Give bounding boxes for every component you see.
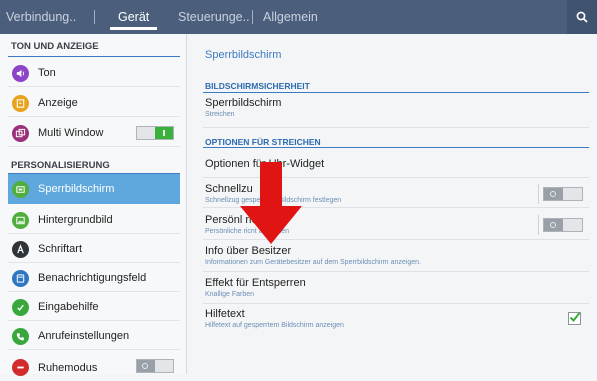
- divider: [538, 215, 539, 235]
- sidebar-item-ton[interactable]: Ton: [8, 60, 180, 87]
- row-effekt-fuer-entsperren[interactable]: Effekt für Entsperren Knallige Farben: [203, 272, 589, 304]
- row-title: Effekt für Entsperren: [205, 277, 306, 289]
- hilfetext-checkbox[interactable]: [568, 312, 581, 325]
- sidebar-item-label: Ton: [38, 67, 56, 79]
- settings-sidebar: TON UND ANZEIGE Ton Anzeige Multi Window…: [0, 34, 187, 376]
- lock-screen-icon: [12, 180, 29, 198]
- ruhemodus-toggle[interactable]: [136, 359, 174, 373]
- sidebar-item-anzeige[interactable]: Anzeige: [8, 90, 180, 117]
- tab-divider: [252, 10, 253, 24]
- row-title: Sperrbildschirm: [205, 97, 282, 109]
- tab-steuerungen[interactable]: Steuerunge..: [178, 0, 250, 34]
- sidebar-item-label: Eingabehilfe: [38, 301, 99, 313]
- row-title: Info über Besitzer: [205, 245, 292, 257]
- toggle-knob: [544, 188, 563, 200]
- page-title: Sperrbildschirm: [205, 49, 282, 61]
- sidebar-item-label: Schriftart: [38, 243, 83, 255]
- tab-label: Gerät: [118, 10, 150, 24]
- tab-verbindungen[interactable]: Verbindung..: [6, 0, 76, 34]
- sidebar-item-sperrbildschirm[interactable]: Sperrbildschirm: [8, 174, 180, 204]
- red-arrow-annotation: [240, 162, 302, 244]
- tab-geraet[interactable]: Gerät: [110, 0, 158, 34]
- display-icon: [12, 94, 29, 112]
- block-icon: [12, 359, 29, 376]
- phone-icon: [12, 327, 29, 345]
- active-tab-indicator: [110, 27, 158, 30]
- tab-allgemein[interactable]: Allgemein: [263, 0, 318, 34]
- row-sperrbildschirm[interactable]: Sperrbildschirm Streichen: [203, 93, 589, 128]
- row-subtitle: Hilfetext auf gesperrtem Bildschirm anze…: [205, 322, 344, 329]
- sidebar-item-label: Sperrbildschirm: [38, 183, 115, 195]
- persoenliche-nachricht-toggle[interactable]: [538, 215, 583, 235]
- sidebar-item-label: Anrufeinstellungen: [38, 330, 130, 342]
- section-divider: [8, 56, 180, 57]
- sidebar-item-benachrichtigungsfeld[interactable]: Benachrichtigungsfeld: [8, 265, 180, 292]
- multi-window-toggle[interactable]: [136, 126, 174, 140]
- sidebar-item-schriftart[interactable]: Schriftart: [8, 236, 180, 263]
- toggle-knob: [137, 360, 155, 372]
- row-subtitle: Streichen: [205, 111, 235, 118]
- row-hilfetext[interactable]: Hilfetext Hilfetext auf gesperrtem Bilds…: [203, 304, 589, 338]
- sidebar-item-label: Benachrichtigungsfeld: [38, 272, 147, 284]
- top-tab-bar: Verbindung.. Gerät Steuerunge.. Allgemei…: [0, 0, 597, 34]
- speaker-icon: [12, 64, 29, 82]
- schnellzugriff-toggle[interactable]: [538, 184, 583, 204]
- multiwindow-icon: [12, 124, 29, 142]
- sidebar-section-personalisierung: PERSONALISIERUNG: [11, 160, 110, 171]
- sidebar-item-anrufeinstellungen[interactable]: Anrufeinstellungen: [8, 323, 180, 350]
- sidebar-item-eingabehilfe[interactable]: Eingabehilfe: [8, 294, 180, 321]
- search-button[interactable]: [567, 0, 597, 34]
- section-optionen-fuer-streichen: OPTIONEN FÜR STREICHEN: [205, 137, 321, 147]
- notification-panel-icon: [12, 269, 29, 287]
- sidebar-item-label: Anzeige: [38, 97, 78, 109]
- input-assist-icon: [12, 298, 29, 316]
- sidebar-item-ruhemodus[interactable]: Ruhemodus: [8, 354, 180, 381]
- font-icon: [12, 240, 29, 258]
- sidebar-item-label: Ruhemodus: [38, 361, 98, 374]
- sidebar-item-hintergrundbild[interactable]: Hintergrundbild: [8, 207, 180, 234]
- checkmark-icon: [569, 312, 581, 322]
- row-title: Hilfetext: [205, 308, 245, 320]
- image-icon: [12, 211, 29, 229]
- sidebar-item-label: Multi Window: [38, 127, 104, 139]
- row-subtitle: Knallige Farben: [205, 291, 255, 298]
- sidebar-item-label: Hintergrundbild: [38, 214, 113, 226]
- search-icon: [576, 11, 588, 23]
- section-bildschirmsicherheit: BILDSCHIRMSICHERHEIT: [205, 81, 310, 91]
- divider: [538, 184, 539, 204]
- row-info-ueber-besitzer[interactable]: Info über Besitzer Informationen zum Ger…: [203, 240, 589, 272]
- toggle-knob: [155, 127, 173, 139]
- sidebar-item-multi-window[interactable]: Multi Window: [8, 120, 180, 147]
- toggle-knob: [544, 219, 563, 231]
- tab-divider: [94, 10, 95, 24]
- row-subtitle: Informationen zum Gerätebesitzer auf dem…: [205, 259, 421, 266]
- sidebar-section-ton-und-anzeige: TON UND ANZEIGE: [11, 41, 99, 52]
